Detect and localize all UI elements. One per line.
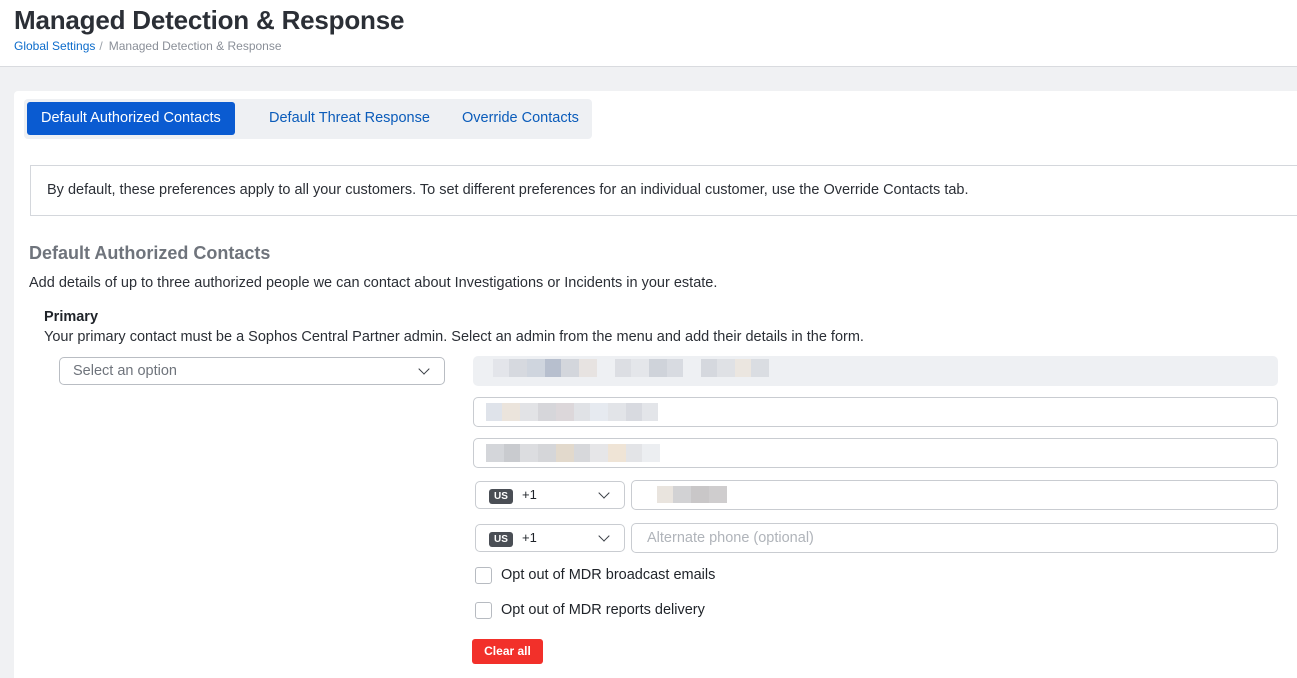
chevron-down-icon [598, 487, 610, 499]
country-badge: US [489, 489, 513, 504]
country-code: +1 [522, 487, 537, 502]
breadcrumb: Global Settings / Managed Detection & Resp… [14, 39, 282, 53]
opt-out-broadcast-label: Opt out of MDR broadcast emails [501, 567, 716, 583]
redacted-value [657, 486, 727, 503]
redacted-value [486, 403, 658, 421]
contact-detail-field[interactable] [473, 438, 1278, 468]
contact-email-field[interactable] [473, 397, 1278, 427]
phone-country-select[interactable]: US +1 [475, 481, 625, 509]
info-text: By default, these preferences apply to a… [47, 182, 969, 198]
page-title: Managed Detection & Response [14, 5, 405, 35]
alt-phone-input[interactable]: Alternate phone (optional) [631, 523, 1278, 553]
country-code: +1 [522, 530, 537, 545]
tab-bar: Default Authorized Contacts Default Thre… [24, 99, 592, 139]
breadcrumb-separator: / [99, 39, 103, 53]
tab-default-threat-response[interactable]: Default Threat Response [255, 102, 444, 135]
alt-phone-placeholder: Alternate phone (optional) [647, 530, 814, 546]
redacted-value [493, 359, 769, 377]
country-badge: US [489, 532, 513, 547]
breadcrumb-current: Managed Detection & Response [108, 39, 282, 53]
opt-out-reports-checkbox[interactable] [475, 602, 492, 619]
settings-card: Default Authorized Contacts Default Thre… [14, 91, 1297, 678]
phone-input[interactable] [631, 480, 1278, 510]
opt-out-reports-label: Opt out of MDR reports delivery [501, 602, 705, 618]
breadcrumb-link-global-settings[interactable]: Global Settings [14, 39, 95, 53]
admin-select[interactable]: Select an option [59, 357, 445, 385]
redacted-value [486, 444, 660, 462]
tab-override-contacts[interactable]: Override Contacts [448, 102, 593, 135]
alt-phone-country-select[interactable]: US +1 [475, 524, 625, 552]
page-header: Managed Detection & Response Global Sett… [0, 0, 1297, 67]
section-description: Add details of up to three authorized pe… [29, 275, 718, 291]
chevron-down-icon [418, 363, 430, 375]
section-title: Default Authorized Contacts [29, 243, 271, 263]
opt-out-broadcast-checkbox[interactable] [475, 567, 492, 584]
info-banner: By default, these preferences apply to a… [30, 165, 1297, 216]
chevron-down-icon [598, 530, 610, 542]
contact-name-field [473, 356, 1278, 386]
admin-select-placeholder: Select an option [73, 363, 177, 379]
primary-description: Your primary contact must be a Sophos Ce… [44, 329, 864, 345]
primary-label: Primary [44, 309, 99, 325]
tab-default-authorized-contacts[interactable]: Default Authorized Contacts [27, 102, 235, 135]
clear-all-button[interactable]: Clear all [472, 639, 543, 664]
